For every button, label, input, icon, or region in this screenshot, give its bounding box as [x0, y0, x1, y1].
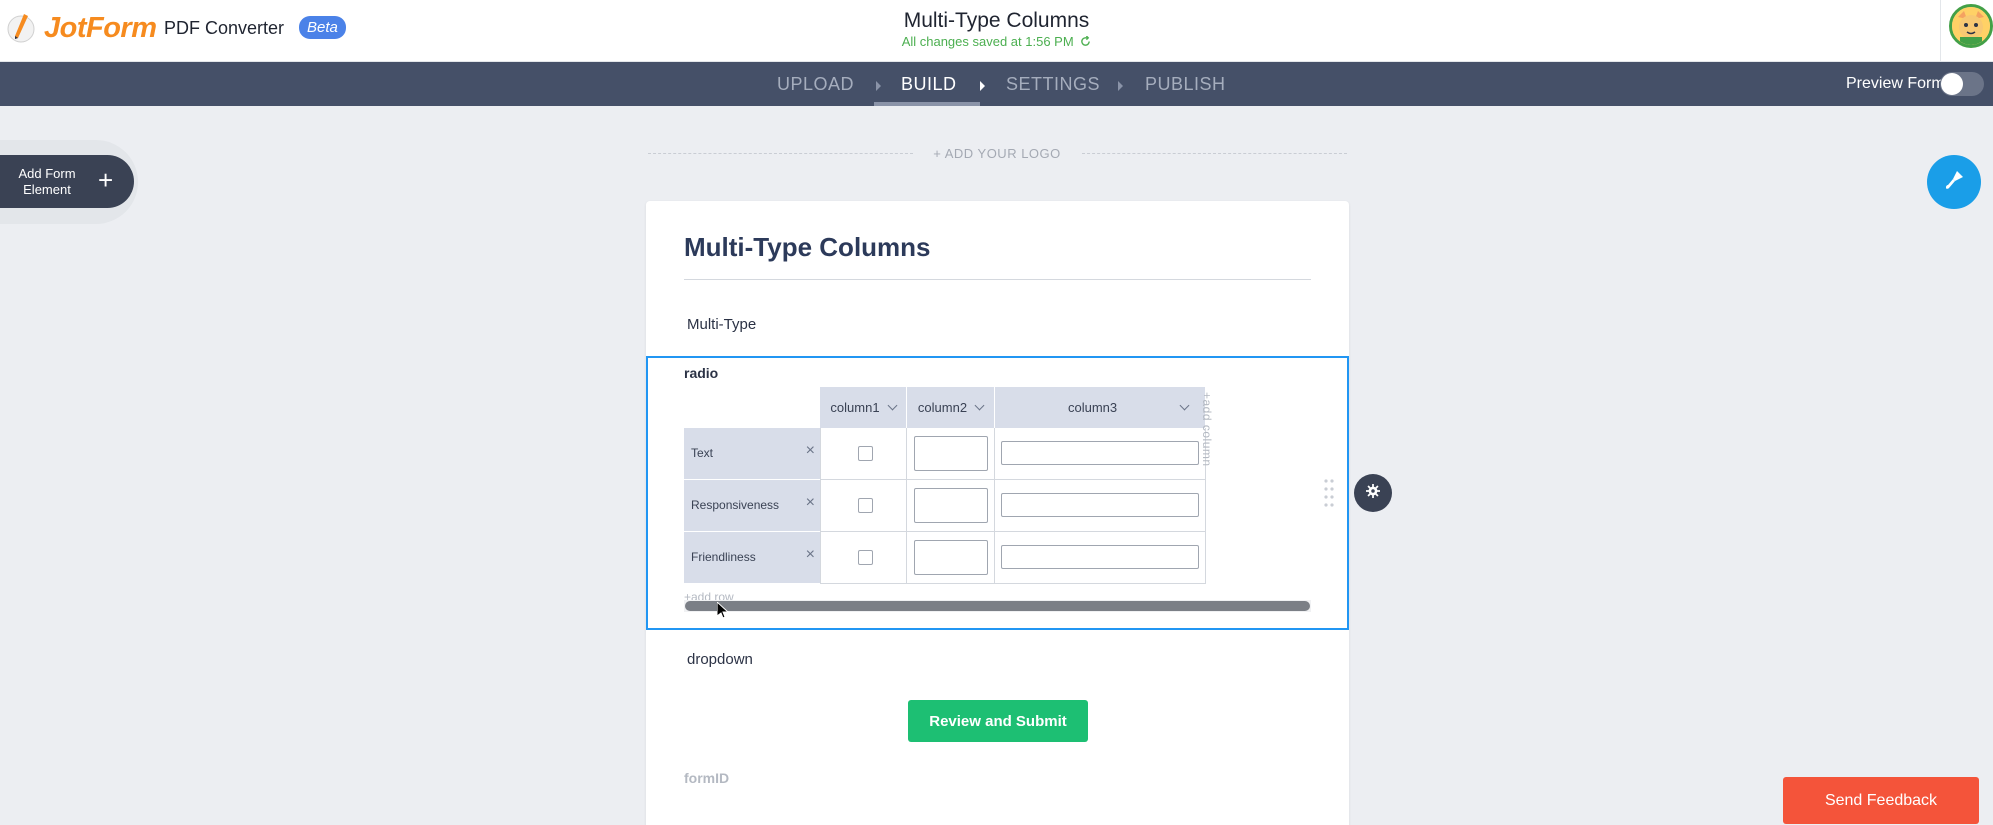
- dropdown-field-label[interactable]: dropdown: [687, 651, 753, 668]
- row-header-label: Friendliness: [691, 550, 756, 564]
- active-tab-indicator: [874, 102, 980, 106]
- logo-divider-left: [648, 153, 913, 154]
- tab-settings[interactable]: SETTINGS: [1006, 74, 1100, 95]
- refresh-icon[interactable]: [1080, 35, 1091, 50]
- tab-upload[interactable]: UPLOAD: [777, 74, 854, 95]
- matrix-cell: [995, 428, 1206, 480]
- plus-icon: +: [98, 165, 114, 195]
- logo-divider-right: [1082, 153, 1347, 154]
- matrix-checkbox[interactable]: [858, 550, 873, 565]
- account-menu[interactable]: [1940, 0, 1993, 62]
- remove-row-icon[interactable]: ×: [806, 494, 815, 512]
- chevron-down-icon[interactable]: [887, 400, 898, 411]
- matrix-row-header[interactable]: Friendliness ×: [684, 532, 821, 584]
- form-designer-button[interactable]: [1927, 155, 1981, 209]
- matrix-cell: [820, 428, 907, 480]
- send-feedback-button[interactable]: Send Feedback: [1783, 777, 1979, 824]
- tab-build[interactable]: BUILD: [901, 74, 957, 95]
- save-status-text: All changes saved at 1:56 PM: [901, 34, 1074, 49]
- matrix-checkbox[interactable]: [858, 446, 873, 461]
- add-logo-link[interactable]: + ADD YOUR LOGO: [912, 146, 1082, 161]
- step-arrow-icon: [876, 81, 881, 91]
- matrix-checkbox[interactable]: [858, 498, 873, 513]
- save-status: All changes saved at 1:56 PM: [0, 34, 1993, 50]
- matrix-field-label[interactable]: radio: [684, 365, 718, 381]
- remove-row-icon[interactable]: ×: [806, 546, 815, 564]
- matrix-text-input[interactable]: [914, 488, 988, 523]
- title-divider: [684, 279, 1311, 280]
- matrix-text-input[interactable]: [1001, 545, 1199, 569]
- form-title[interactable]: Multi-Type Columns: [684, 232, 931, 263]
- remove-row-icon[interactable]: ×: [806, 442, 815, 460]
- matrix-cell: [995, 480, 1206, 532]
- matrix-cell: [907, 428, 995, 480]
- preview-form-label: Preview Form: [1846, 75, 1945, 92]
- matrix-column-header[interactable]: column1: [820, 387, 907, 428]
- matrix-cell: [907, 480, 995, 532]
- matrix-cell: [820, 480, 907, 532]
- matrix-text-input[interactable]: [914, 436, 988, 471]
- paint-brush-icon: [1942, 168, 1966, 197]
- field-settings-button[interactable]: [1354, 474, 1392, 512]
- formid-field-label[interactable]: formID: [684, 770, 729, 786]
- multi-type-field-label[interactable]: Multi-Type: [687, 316, 756, 333]
- matrix-row-header[interactable]: Text ×: [684, 428, 821, 480]
- column-header-label: column3: [1068, 400, 1118, 415]
- matrix-column-header[interactable]: column3: [995, 387, 1206, 428]
- matrix-row-header[interactable]: Responsiveness ×: [684, 480, 821, 532]
- chevron-down-icon[interactable]: [974, 400, 985, 411]
- avatar[interactable]: [1949, 4, 1993, 48]
- matrix-text-input[interactable]: [914, 540, 988, 575]
- add-column-link[interactable]: +add column: [1200, 392, 1214, 467]
- step-arrow-icon: [980, 81, 985, 91]
- matrix-column-header[interactable]: column2: [907, 387, 995, 428]
- matrix-text-input[interactable]: [1001, 493, 1199, 517]
- horizontal-scrollbar-thumb[interactable]: [685, 601, 1310, 611]
- chevron-down-icon[interactable]: [1179, 400, 1190, 411]
- review-and-submit-button[interactable]: Review and Submit: [908, 700, 1088, 742]
- toggle-knob: [1941, 73, 1963, 95]
- row-header-label: Responsiveness: [691, 498, 780, 512]
- matrix-cell: [907, 532, 995, 584]
- gear-icon: [1366, 483, 1380, 503]
- matrix-cell: [820, 532, 907, 584]
- top-bar: JotForm PDF Converter Beta Multi-Type Co…: [0, 0, 1993, 62]
- step-arrow-icon: [1118, 81, 1123, 91]
- column-header-label: column2: [917, 400, 968, 415]
- add-form-element-button[interactable]: Add Form Element +: [0, 155, 134, 208]
- add-form-element-label: Add Form Element: [18, 166, 76, 197]
- matrix-text-input[interactable]: [1001, 441, 1199, 465]
- tab-publish[interactable]: PUBLISH: [1145, 74, 1226, 95]
- column-header-label: column1: [830, 400, 880, 415]
- drag-handle-icon[interactable]: [1323, 478, 1335, 508]
- matrix-cell: [995, 532, 1206, 584]
- document-title[interactable]: Multi-Type Columns: [0, 9, 1993, 33]
- preview-form-toggle[interactable]: [1940, 72, 1984, 96]
- form-card: Multi-Type Columns Multi-Type radio colu…: [646, 201, 1349, 825]
- row-header-label: Text: [691, 446, 714, 460]
- wizard-navbar: UPLOAD BUILD SETTINGS PUBLISH Preview Fo…: [0, 62, 1993, 106]
